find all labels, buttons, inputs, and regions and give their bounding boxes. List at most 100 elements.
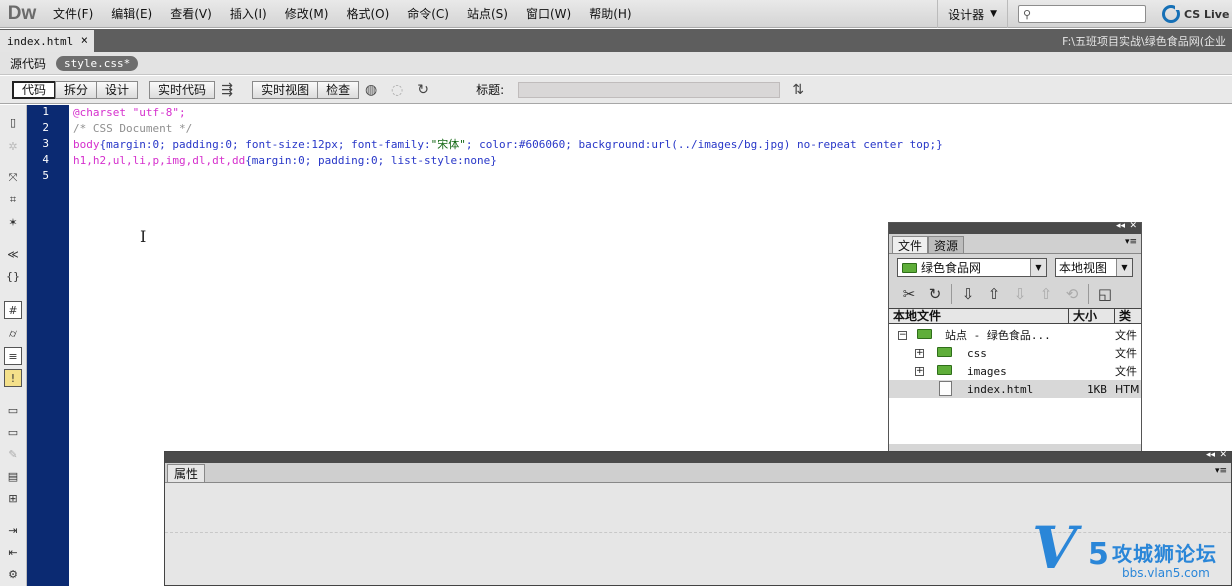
panel-title-bar[interactable]: ◂◂ ✕: [165, 450, 1231, 463]
workspace-label: 设计器: [948, 7, 985, 22]
chevron-down-icon: ▼: [990, 9, 997, 19]
expand-toggle[interactable]: +: [915, 366, 924, 376]
collapse-toggle[interactable]: −: [898, 330, 907, 340]
check-out-icon[interactable]: ⇩: [1010, 285, 1030, 303]
list-item-images[interactable]: + images 文件: [889, 362, 1141, 380]
refresh-icon[interactable]: ↻: [413, 81, 433, 99]
select-parent-tag-icon[interactable]: ≪: [4, 245, 22, 263]
help-search-input[interactable]: ⚲: [1018, 5, 1146, 23]
put-files-icon[interactable]: ⇧: [984, 285, 1004, 303]
expand-all-icon[interactable]: ✶: [4, 213, 22, 231]
files-panel-tabs: 文件 资源 ▾≡: [889, 234, 1141, 254]
wrap-tag-icon[interactable]: ✎: [4, 445, 22, 463]
visual-aids-icon[interactable]: ◌: [387, 81, 407, 99]
source-code-link[interactable]: 源代码: [10, 55, 46, 72]
menu-edit[interactable]: 编辑(E): [102, 0, 161, 28]
split-view-button[interactable]: 拆分: [55, 80, 98, 99]
code-navigator-icon[interactable]: ⇶: [217, 81, 237, 99]
panel-menu-icon[interactable]: ▾≡: [1215, 466, 1227, 476]
panel-title-bar[interactable]: ◂◂ ✕: [889, 221, 1141, 234]
recent-snippets-icon[interactable]: ▤: [4, 467, 22, 485]
inspect-button[interactable]: 检查: [317, 80, 360, 99]
balance-braces-icon[interactable]: {}: [4, 267, 22, 285]
word-wrap-icon[interactable]: ≡: [4, 347, 22, 365]
line-number: 4: [42, 153, 49, 166]
code-line-2: /* CSS Document */: [73, 122, 193, 135]
connect-icon[interactable]: ✂: [899, 285, 919, 303]
view-select-value: 本地视图: [1059, 261, 1108, 275]
title-label: 标题:: [476, 83, 505, 97]
highlight-invalid-code-icon[interactable]: ⌭: [4, 325, 22, 343]
live-view-button[interactable]: 实时视图: [252, 80, 319, 99]
workspace-switcher[interactable]: 设计器 ▼: [937, 0, 1008, 28]
forum-watermark: V 5 攻城狮论坛 bbs.vlan5.com: [1028, 519, 1232, 586]
document-toolbar: 代码 拆分 设计 实时代码 ⇶ 实时视图 检查 ◍ ◌ ↻ 标题: ⇅: [0, 76, 1232, 104]
get-files-icon[interactable]: ⇩: [958, 285, 978, 303]
line-numbers-icon[interactable]: #: [4, 301, 22, 319]
folder-icon: [902, 262, 917, 273]
open-documents-icon[interactable]: ▯: [4, 113, 22, 131]
synchronize-icon[interactable]: ⟲: [1062, 285, 1082, 303]
refresh-icon[interactable]: ↻: [925, 285, 945, 303]
column-local-files[interactable]: 本地文件: [889, 309, 1069, 323]
line-number: 1: [42, 105, 49, 118]
menu-commands[interactable]: 命令(C): [398, 0, 458, 28]
outdent-code-icon[interactable]: ⇤: [4, 543, 22, 561]
file-type: 文件: [1115, 329, 1137, 342]
menu-insert[interactable]: 插入(I): [221, 0, 276, 28]
move-css-icon[interactable]: ⊞: [4, 489, 22, 507]
format-source-icon[interactable]: ⚙: [4, 565, 22, 583]
view-select[interactable]: 本地视图 ▼: [1055, 258, 1133, 277]
tab-index-html[interactable]: index.html ×: [0, 30, 94, 52]
indent-code-icon[interactable]: ⇥: [4, 521, 22, 539]
collapse-full-tag-icon[interactable]: ⤧: [4, 169, 22, 187]
code-view-button[interactable]: 代码: [12, 80, 57, 99]
preview-browser-icon[interactable]: ◍: [361, 81, 381, 99]
close-icon[interactable]: ✕: [1129, 221, 1137, 231]
file-management-icon[interactable]: ⇅: [788, 81, 808, 99]
menu-bar: Dw 文件(F) 编辑(E) 查看(V) 插入(I) 修改(M) 格式(O) 命…: [0, 0, 1232, 28]
apply-comment-icon[interactable]: ▭: [4, 401, 22, 419]
column-size[interactable]: 大小: [1069, 309, 1115, 323]
list-item-index-html[interactable]: index.html 1KB HTM: [889, 380, 1141, 398]
related-file-style-css[interactable]: style.css*: [56, 55, 139, 71]
menu-window[interactable]: 窗口(W): [517, 0, 580, 28]
file-size: 1KB: [1087, 382, 1107, 396]
design-view-button[interactable]: 设计: [96, 80, 139, 99]
tab-assets[interactable]: 资源: [928, 236, 965, 253]
live-code-button[interactable]: 实时代码: [149, 80, 216, 99]
close-icon[interactable]: ✕: [1219, 450, 1227, 460]
cs-live-icon: [1162, 4, 1181, 23]
check-in-icon[interactable]: ⇧: [1036, 285, 1056, 303]
menu-modify[interactable]: 修改(M): [276, 0, 338, 28]
list-item-css[interactable]: + css 文件: [889, 344, 1141, 362]
line-number: 3: [42, 137, 49, 150]
menu-view[interactable]: 查看(V): [161, 0, 221, 28]
line-number-gutter: 1 2 3 4 5: [27, 105, 69, 586]
menu-help[interactable]: 帮助(H): [580, 0, 640, 28]
menu-site[interactable]: 站点(S): [458, 0, 517, 28]
close-icon[interactable]: ×: [81, 33, 88, 47]
remove-comment-icon[interactable]: ▭: [4, 423, 22, 441]
collapse-icon[interactable]: ◂◂: [1206, 450, 1215, 460]
menu-format[interactable]: 格式(O): [337, 0, 398, 28]
collapse-selection-icon[interactable]: ⌗: [4, 191, 22, 209]
panel-menu-icon[interactable]: ▾≡: [1125, 237, 1137, 247]
cs-live-button[interactable]: CS Live: [1162, 4, 1232, 23]
collapse-icon[interactable]: ◂◂: [1116, 221, 1125, 231]
menu-file[interactable]: 文件(F): [44, 0, 102, 28]
watermark-name: 攻城狮论坛: [1112, 542, 1217, 566]
column-type[interactable]: 类型: [1115, 309, 1141, 337]
tab-properties[interactable]: 属性: [167, 464, 206, 482]
css-declarations: {margin:0; padding:0; font-size:12px; fo…: [99, 138, 431, 151]
expand-panel-icon[interactable]: ◱: [1095, 285, 1115, 303]
syntax-error-alerts-icon[interactable]: !: [4, 369, 22, 387]
title-input[interactable]: [518, 81, 781, 98]
expand-toggle[interactable]: +: [915, 348, 924, 358]
site-select[interactable]: 绿色食品网 ▼: [897, 258, 1047, 277]
list-item-site-root[interactable]: − 站点 - 绿色食品... 文件: [889, 326, 1141, 344]
tab-files[interactable]: 文件: [892, 236, 929, 253]
site-select-value: 绿色食品网: [921, 261, 982, 275]
text-cursor-icon: I: [140, 227, 147, 246]
show-code-navigator-icon[interactable]: ✲: [4, 137, 22, 155]
